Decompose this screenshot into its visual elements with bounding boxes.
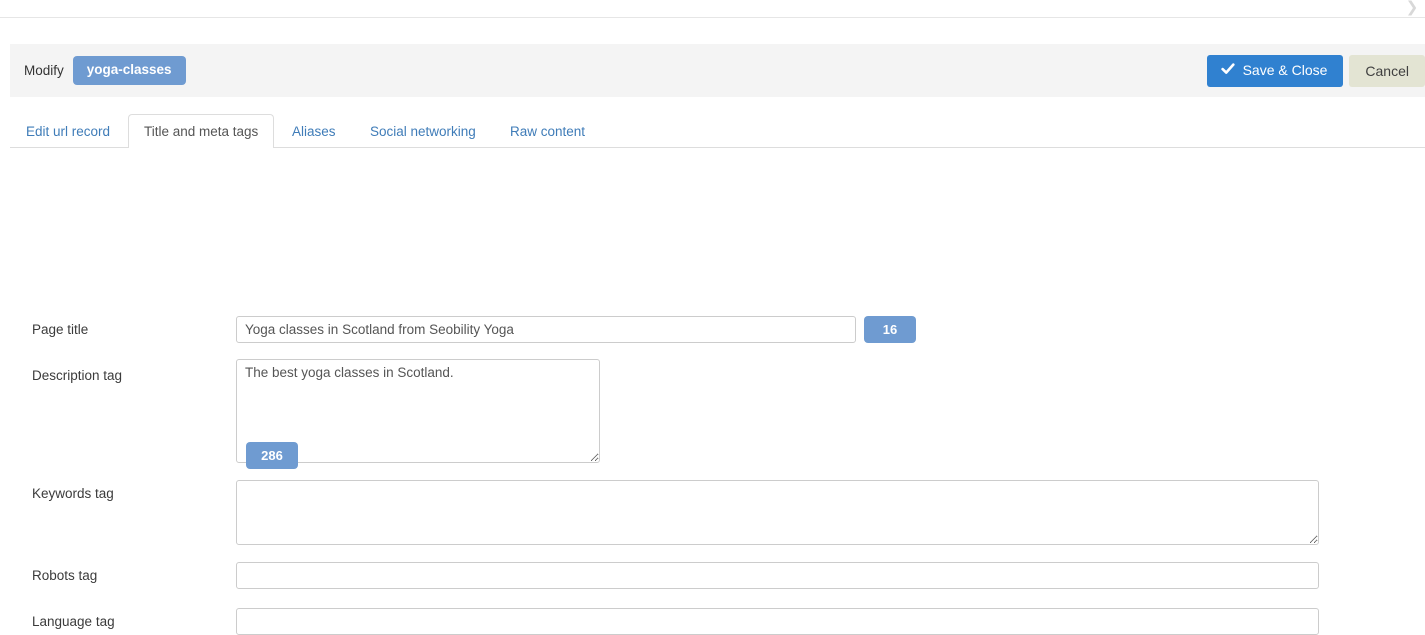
tab-social-networking[interactable]: Social networking xyxy=(354,114,492,148)
robots-tag-input[interactable] xyxy=(236,562,1319,589)
language-tag-input[interactable] xyxy=(236,608,1319,635)
save-and-close-button[interactable]: Save & Close xyxy=(1206,54,1344,87)
browser-top-strip: ❯ xyxy=(0,0,1425,18)
modify-label: Modify xyxy=(24,63,64,78)
save-and-close-label: Save & Close xyxy=(1242,62,1328,78)
keywords-tag-textarea[interactable] xyxy=(236,480,1319,545)
page-title-counter-badge: 16 xyxy=(864,316,916,343)
page-title-input[interactable] xyxy=(236,316,856,343)
chevron-right-icon[interactable]: ❯ xyxy=(1405,0,1419,16)
tab-title-and-meta-tags[interactable]: Title and meta tags xyxy=(128,114,275,149)
tab-edit-url-record[interactable]: Edit url record xyxy=(10,114,126,148)
record-name-badge: yoga-classes xyxy=(72,56,186,85)
tab-aliases[interactable]: Aliases xyxy=(276,114,352,148)
toolbar-title-group: Modify yoga-classes xyxy=(24,44,186,97)
keywords-tag-label: Keywords tag xyxy=(32,486,114,501)
robots-tag-label: Robots tag xyxy=(32,568,98,583)
language-tag-label: Language tag xyxy=(32,614,115,629)
tab-raw-content[interactable]: Raw content xyxy=(494,114,601,148)
check-icon xyxy=(1220,62,1235,76)
record-toolbar: Modify yoga-classes Save & Close Cancel xyxy=(10,44,1425,97)
toolbar-actions: Save & Close Cancel xyxy=(1206,44,1425,97)
meta-tags-form: Page title 16 Description tag 286 Keywor… xyxy=(0,148,1425,635)
cancel-button[interactable]: Cancel xyxy=(1349,54,1425,87)
description-tag-label: Description tag xyxy=(32,368,123,383)
page-title-label: Page title xyxy=(32,322,89,337)
tab-bar: Edit url record Title and meta tags Alia… xyxy=(10,114,1425,149)
description-tag-counter-badge: 286 xyxy=(246,442,298,469)
